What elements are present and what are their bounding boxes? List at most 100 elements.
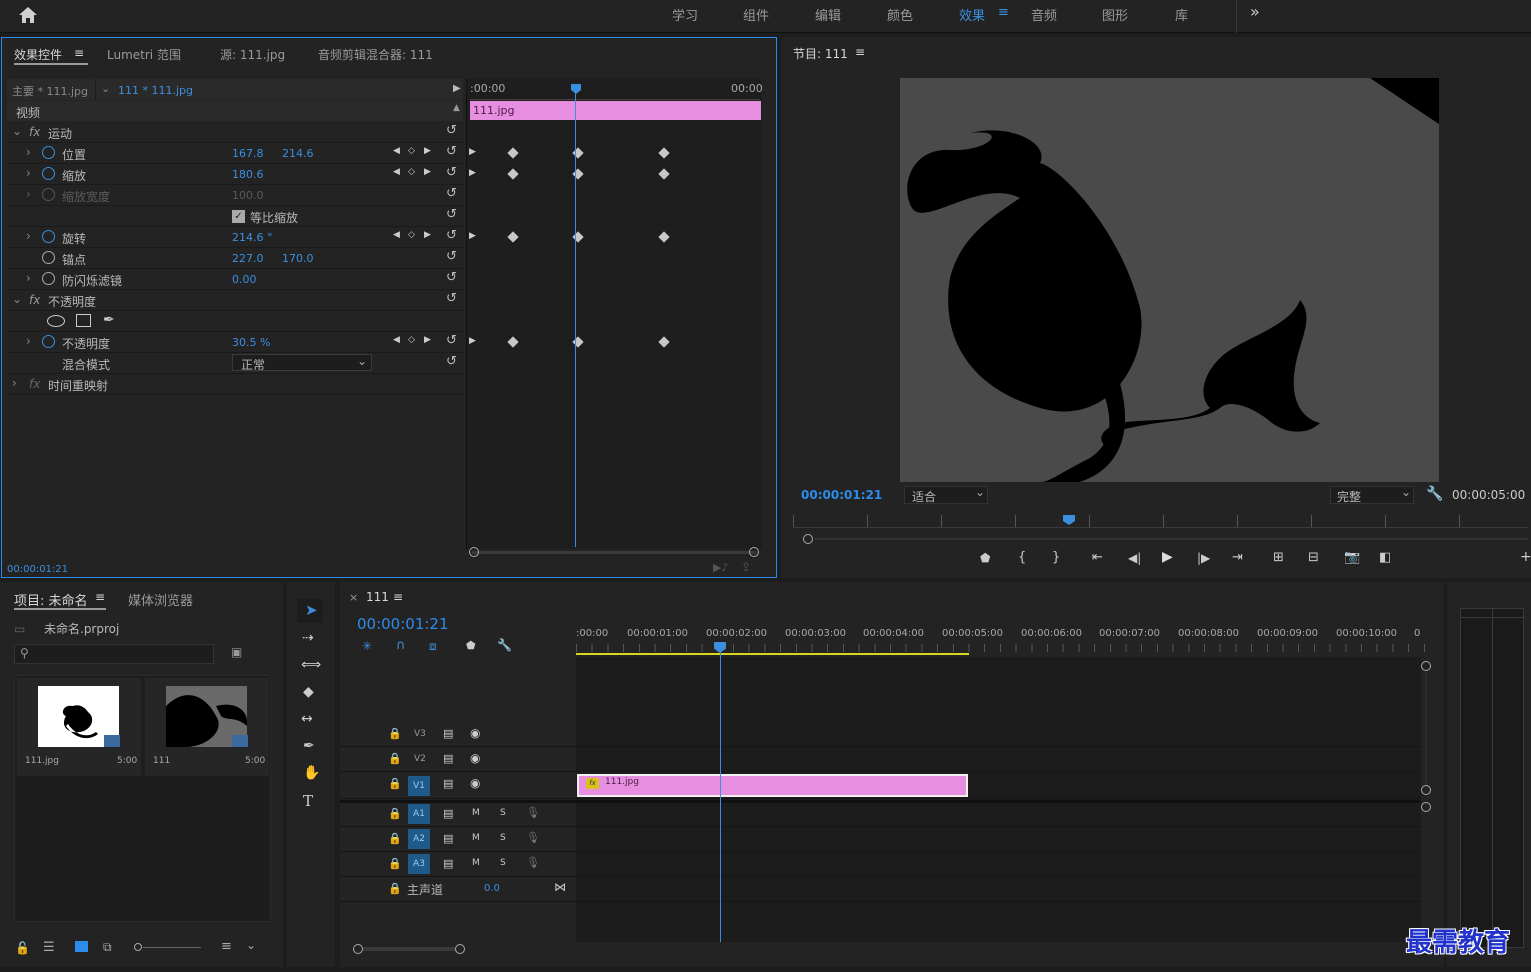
sync-lock-icon[interactable]: ▤: [443, 752, 453, 765]
track-target-v1[interactable]: V1: [408, 776, 430, 796]
microphone-icon[interactable]: 🎙: [526, 831, 540, 844]
master-volume-value[interactable]: 0.0: [484, 883, 500, 894]
vscroll-audio-handle[interactable]: [1421, 802, 1431, 812]
prev-keyframe-icon[interactable]: ◀: [393, 335, 400, 345]
program-mini-ruler[interactable]: [793, 515, 1528, 528]
stopwatch-icon[interactable]: [42, 146, 55, 159]
add-keyframe-icon[interactable]: ◇: [408, 146, 415, 156]
prev-keyframe-icon[interactable]: ◀: [393, 167, 400, 177]
workspace-tab-libraries[interactable]: 库: [1175, 5, 1188, 24]
zoom-slider-handle[interactable]: [134, 943, 142, 951]
stopwatch-icon[interactable]: [42, 167, 55, 180]
ellipse-mask-icon[interactable]: [47, 315, 65, 327]
hscroll-handle-left[interactable]: [353, 944, 363, 954]
uniform-scale-checkbox[interactable]: ✓: [232, 210, 245, 223]
eye-icon[interactable]: ◉: [470, 726, 480, 740]
vscroll-bar[interactable]: [1425, 672, 1427, 785]
sync-lock-icon[interactable]: ▤: [443, 857, 453, 870]
sort-icon[interactable]: ≡: [221, 939, 232, 954]
reset-icon[interactable]: ↺: [446, 144, 457, 159]
slip-icon[interactable]: ↔: [301, 711, 313, 727]
track-name[interactable]: V3: [414, 729, 426, 739]
add-keyframe-icon[interactable]: ◇: [408, 230, 415, 240]
keyframe[interactable]: [658, 147, 670, 159]
reset-icon[interactable]: ↺: [446, 270, 457, 285]
workspace-tab-audio[interactable]: 音频: [1031, 5, 1057, 24]
scale-value[interactable]: 180.6: [232, 168, 264, 181]
keyframe[interactable]: [658, 336, 670, 348]
sync-lock-icon[interactable]: ▤: [443, 777, 453, 790]
extract-icon[interactable]: ⊟: [1308, 550, 1319, 565]
workspace-menu-icon[interactable]: ≡: [998, 5, 1009, 20]
workspace-tab-color[interactable]: 颜色: [887, 5, 913, 24]
sync-lock-icon[interactable]: ▤: [443, 727, 453, 740]
keyframe[interactable]: [507, 168, 519, 180]
selection-tool[interactable]: ➤: [297, 599, 323, 623]
tab-lumetri-scopes[interactable]: Lumetri 范围: [107, 46, 181, 63]
stopwatch-icon[interactable]: [42, 335, 55, 348]
playback-quality-dropdown[interactable]: 完整 ⌄: [1330, 485, 1414, 504]
new-bin-icon[interactable]: ▣: [231, 645, 242, 659]
anchor-x[interactable]: 227.0: [232, 252, 264, 265]
export-icon[interactable]: ⇪: [741, 560, 751, 574]
keyframe[interactable]: [507, 147, 519, 159]
kf-playhead-handle[interactable]: [571, 84, 581, 94]
nest-icon[interactable]: ✳: [362, 639, 372, 653]
tab-menu-icon[interactable]: ≡: [95, 590, 105, 604]
timeline-ruler[interactable]: :00:00 00:00:01:00 00:00:02:00 00:00:03:…: [576, 622, 1426, 656]
microphone-icon[interactable]: 🎙: [526, 856, 540, 869]
mute-button[interactable]: M: [472, 858, 480, 868]
reset-icon[interactable]: ↺: [446, 249, 457, 264]
add-button-icon[interactable]: +: [1520, 549, 1531, 565]
microphone-icon[interactable]: 🎙: [526, 806, 540, 819]
compare-icon[interactable]: ◧: [1379, 550, 1391, 565]
reset-icon[interactable]: ↺: [446, 207, 457, 222]
chevron-right-icon[interactable]: ›: [12, 376, 17, 390]
add-marker-icon[interactable]: ⬟: [466, 639, 476, 652]
sequence-tab[interactable]: 111: [366, 590, 389, 604]
hscroll-bar[interactable]: [363, 947, 456, 951]
workspace-tab-assembly[interactable]: 组件: [743, 5, 769, 24]
hscroll-handle-right[interactable]: [455, 944, 465, 954]
next-keyframe-icon[interactable]: ▶: [424, 335, 431, 345]
collapse-icon[interactable]: ▲: [453, 103, 460, 113]
reset-icon[interactable]: ↺: [446, 186, 457, 201]
rotation-value[interactable]: 214.6 °: [232, 231, 273, 244]
tab-source[interactable]: 源: 111.jpg: [220, 46, 285, 63]
ec-timecode[interactable]: 00:00:01:21: [7, 564, 68, 575]
kf-scrollbar[interactable]: [472, 551, 756, 554]
keyframe[interactable]: [658, 168, 670, 180]
go-to-out-icon[interactable]: ⇥: [1232, 550, 1243, 565]
add-keyframe-icon[interactable]: ◇: [408, 335, 415, 345]
zoom-slider[interactable]: [143, 947, 201, 948]
home-icon[interactable]: [18, 6, 38, 24]
type-tool-icon[interactable]: T: [303, 792, 313, 810]
mark-in-icon[interactable]: {: [1018, 550, 1026, 565]
list-view-icon[interactable]: ☰: [43, 940, 55, 955]
reset-icon[interactable]: ↺: [446, 123, 457, 138]
work-area-bar[interactable]: [576, 653, 969, 655]
chevron-down-icon[interactable]: ⌄: [246, 938, 256, 952]
tab-audio-clip-mixer[interactable]: 音频剪辑混合器: 111: [318, 46, 433, 63]
flicker-value[interactable]: 0.00: [232, 273, 257, 286]
track-target-a2[interactable]: A2: [408, 829, 430, 849]
lock-icon[interactable]: 🔒: [388, 882, 402, 895]
fx-icon[interactable]: fx: [29, 125, 40, 139]
chevron-right-icon[interactable]: ›: [26, 271, 31, 285]
keyframe[interactable]: [507, 336, 519, 348]
track-target-a3[interactable]: A3: [408, 854, 430, 874]
wrench-icon[interactable]: 🔧: [497, 638, 512, 652]
add-marker-icon[interactable]: ⬟: [980, 551, 990, 565]
tab-project[interactable]: 项目: 未命名: [14, 590, 88, 609]
chevron-down-icon[interactable]: ⌄: [101, 82, 110, 95]
eye-icon[interactable]: ◉: [470, 776, 480, 790]
blend-mode-dropdown[interactable]: 正常 ⌄: [232, 354, 372, 372]
lock-icon[interactable]: 🔒: [388, 727, 402, 740]
program-title[interactable]: 节目: 111: [793, 45, 848, 62]
hand-icon[interactable]: ✋: [303, 765, 320, 781]
sync-lock-icon[interactable]: ▤: [443, 832, 453, 845]
position-x[interactable]: 167.8: [232, 147, 264, 160]
reset-icon[interactable]: ↺: [446, 228, 457, 243]
reset-icon[interactable]: ↺: [446, 333, 457, 348]
stopwatch-icon[interactable]: [42, 251, 55, 264]
